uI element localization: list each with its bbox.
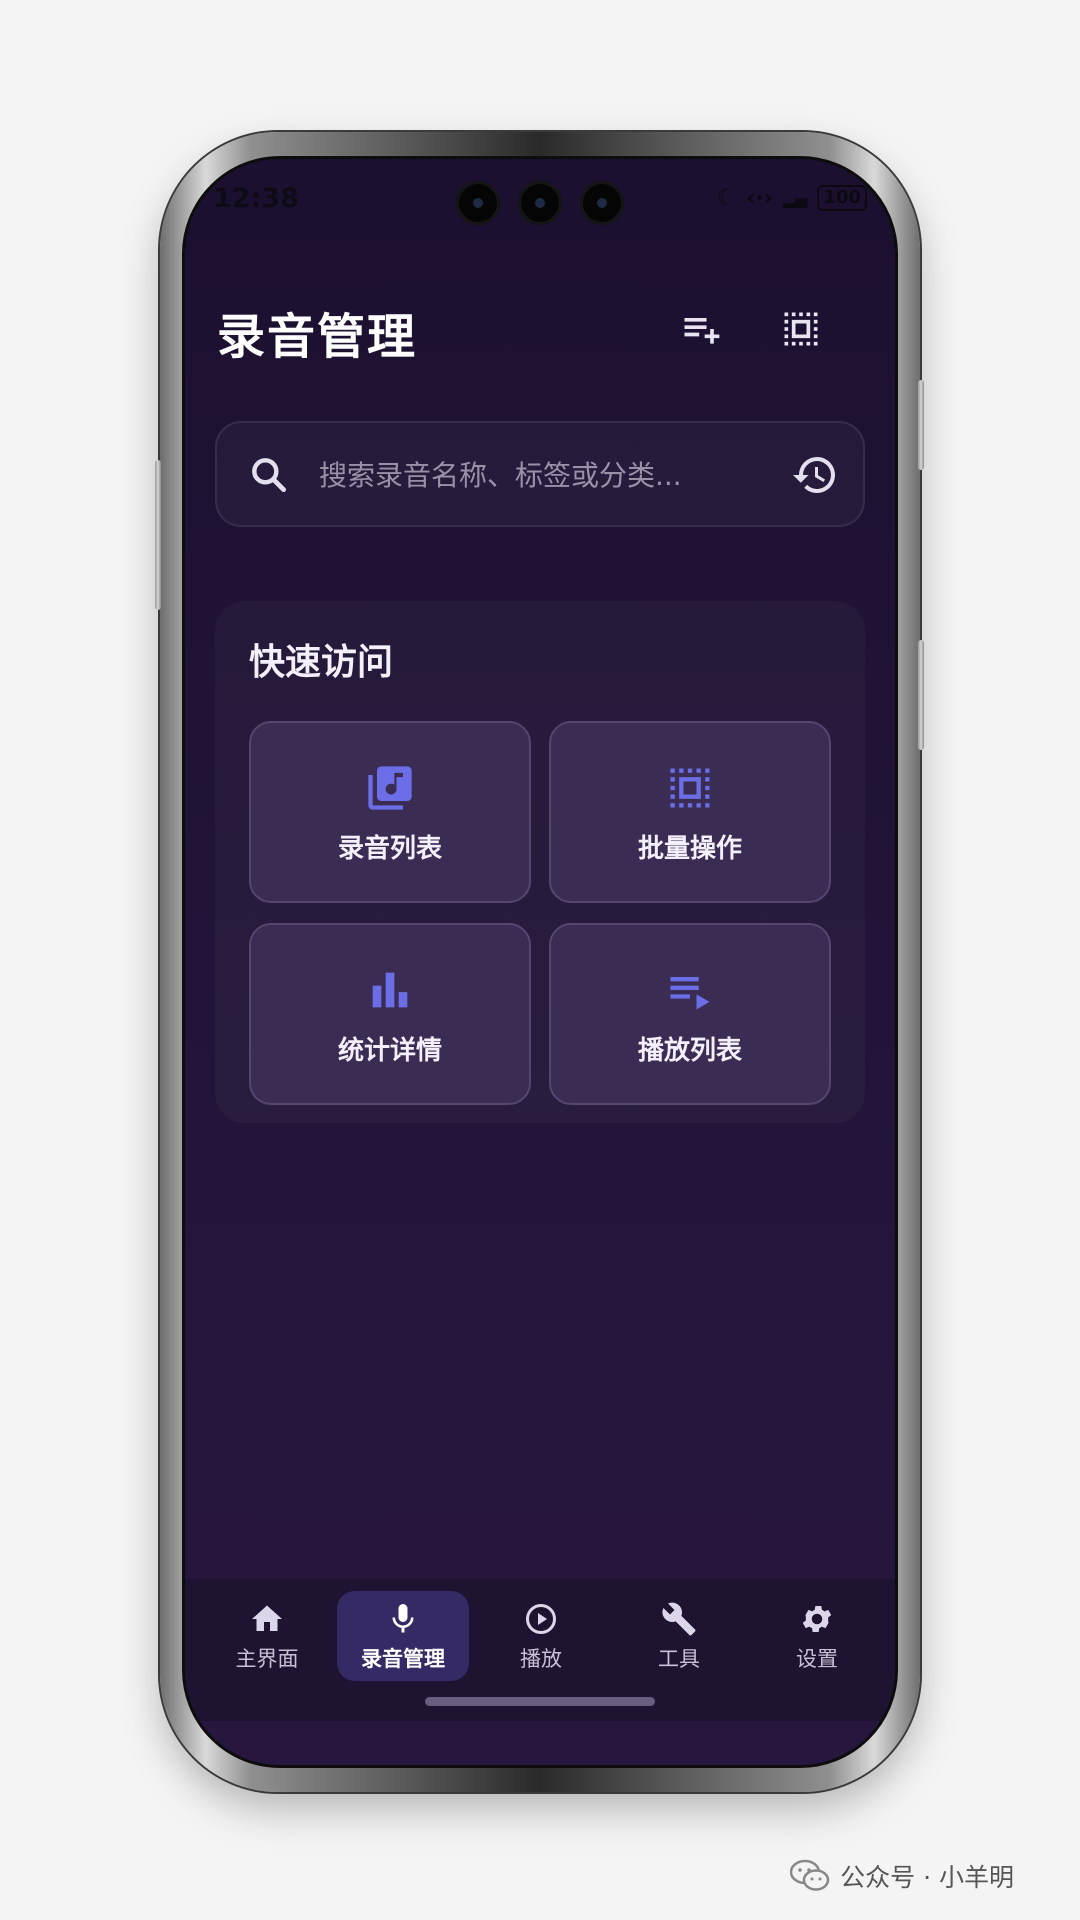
nav-label: 工具	[658, 1647, 700, 1671]
home-icon	[249, 1599, 285, 1639]
nav-label: 主界面	[235, 1647, 299, 1671]
camera-lens	[580, 181, 624, 225]
tile-label: 录音列表	[337, 833, 442, 864]
watermark-text: 公众号 · 小羊明	[840, 1863, 1014, 1892]
microphone-icon	[385, 1599, 421, 1639]
nav-item-recording-management[interactable]: 录音管理	[337, 1591, 469, 1681]
watermark: 公众号 · 小羊明	[790, 1858, 1014, 1894]
select-all-icon	[664, 760, 716, 816]
side-button-right-2	[918, 640, 924, 750]
search-input[interactable]	[317, 423, 781, 527]
search-icon	[247, 453, 291, 501]
camera-lens	[456, 181, 500, 225]
bar-chart-icon	[364, 962, 416, 1018]
play-circle-icon	[523, 1599, 559, 1639]
tile-label: 播放列表	[637, 1035, 742, 1066]
signal-icon: ▂▄	[782, 188, 808, 208]
quick-access-recording-list[interactable]: 录音列表	[249, 721, 531, 903]
quick-access-card: 快速访问 录音列表 批量操作 统计详情 播放列表	[215, 601, 865, 1123]
volume-button-left	[155, 460, 161, 610]
nav-item-settings[interactable]: 设置	[751, 1591, 883, 1681]
camera-cluster	[456, 181, 624, 225]
phone-screen: 12:38 ☾ ‹·› ▂▄ 100 录音管理 搜索录音名称、标签或分类... …	[182, 156, 898, 1768]
battery-icon: 100	[817, 185, 867, 211]
tile-label: 统计详情	[337, 1035, 442, 1066]
camera-lens	[518, 181, 562, 225]
data-transfer-icon: ‹·›	[746, 185, 773, 211]
status-time: 12:38	[213, 183, 299, 214]
wechat-icon	[790, 1859, 830, 1891]
home-indicator[interactable]	[425, 1697, 655, 1706]
playlist-play-icon	[664, 962, 716, 1018]
quick-access-batch-operations[interactable]: 批量操作	[549, 721, 831, 903]
playlist-add-icon	[684, 318, 720, 344]
quick-access-title: 快速访问	[249, 642, 394, 683]
nav-label: 播放	[520, 1647, 562, 1671]
history-icon[interactable]	[791, 451, 839, 503]
search-bar	[215, 421, 865, 527]
moon-icon: ☾	[716, 185, 737, 211]
gear-icon	[799, 1599, 835, 1639]
power-button-right	[918, 380, 924, 470]
status-icons: ☾ ‹·› ▂▄ 100	[717, 185, 867, 211]
batch-select-button[interactable]	[773, 301, 829, 357]
select-all-icon	[784, 312, 818, 346]
nav-item-home[interactable]: 主界面	[201, 1591, 333, 1681]
add-to-playlist-button[interactable]	[673, 301, 729, 357]
nav-label: 设置	[796, 1647, 838, 1671]
nav-item-play[interactable]: 播放	[475, 1591, 607, 1681]
quick-access-playlist[interactable]: 播放列表	[549, 923, 831, 1105]
nav-item-tools[interactable]: 工具	[613, 1591, 745, 1681]
nav-label: 录音管理	[361, 1647, 445, 1671]
page-title: 录音管理	[217, 309, 418, 365]
wrench-icon	[661, 1599, 697, 1639]
quick-access-statistics[interactable]: 统计详情	[249, 923, 531, 1105]
music-library-icon	[364, 760, 416, 816]
tile-label: 批量操作	[637, 833, 742, 864]
